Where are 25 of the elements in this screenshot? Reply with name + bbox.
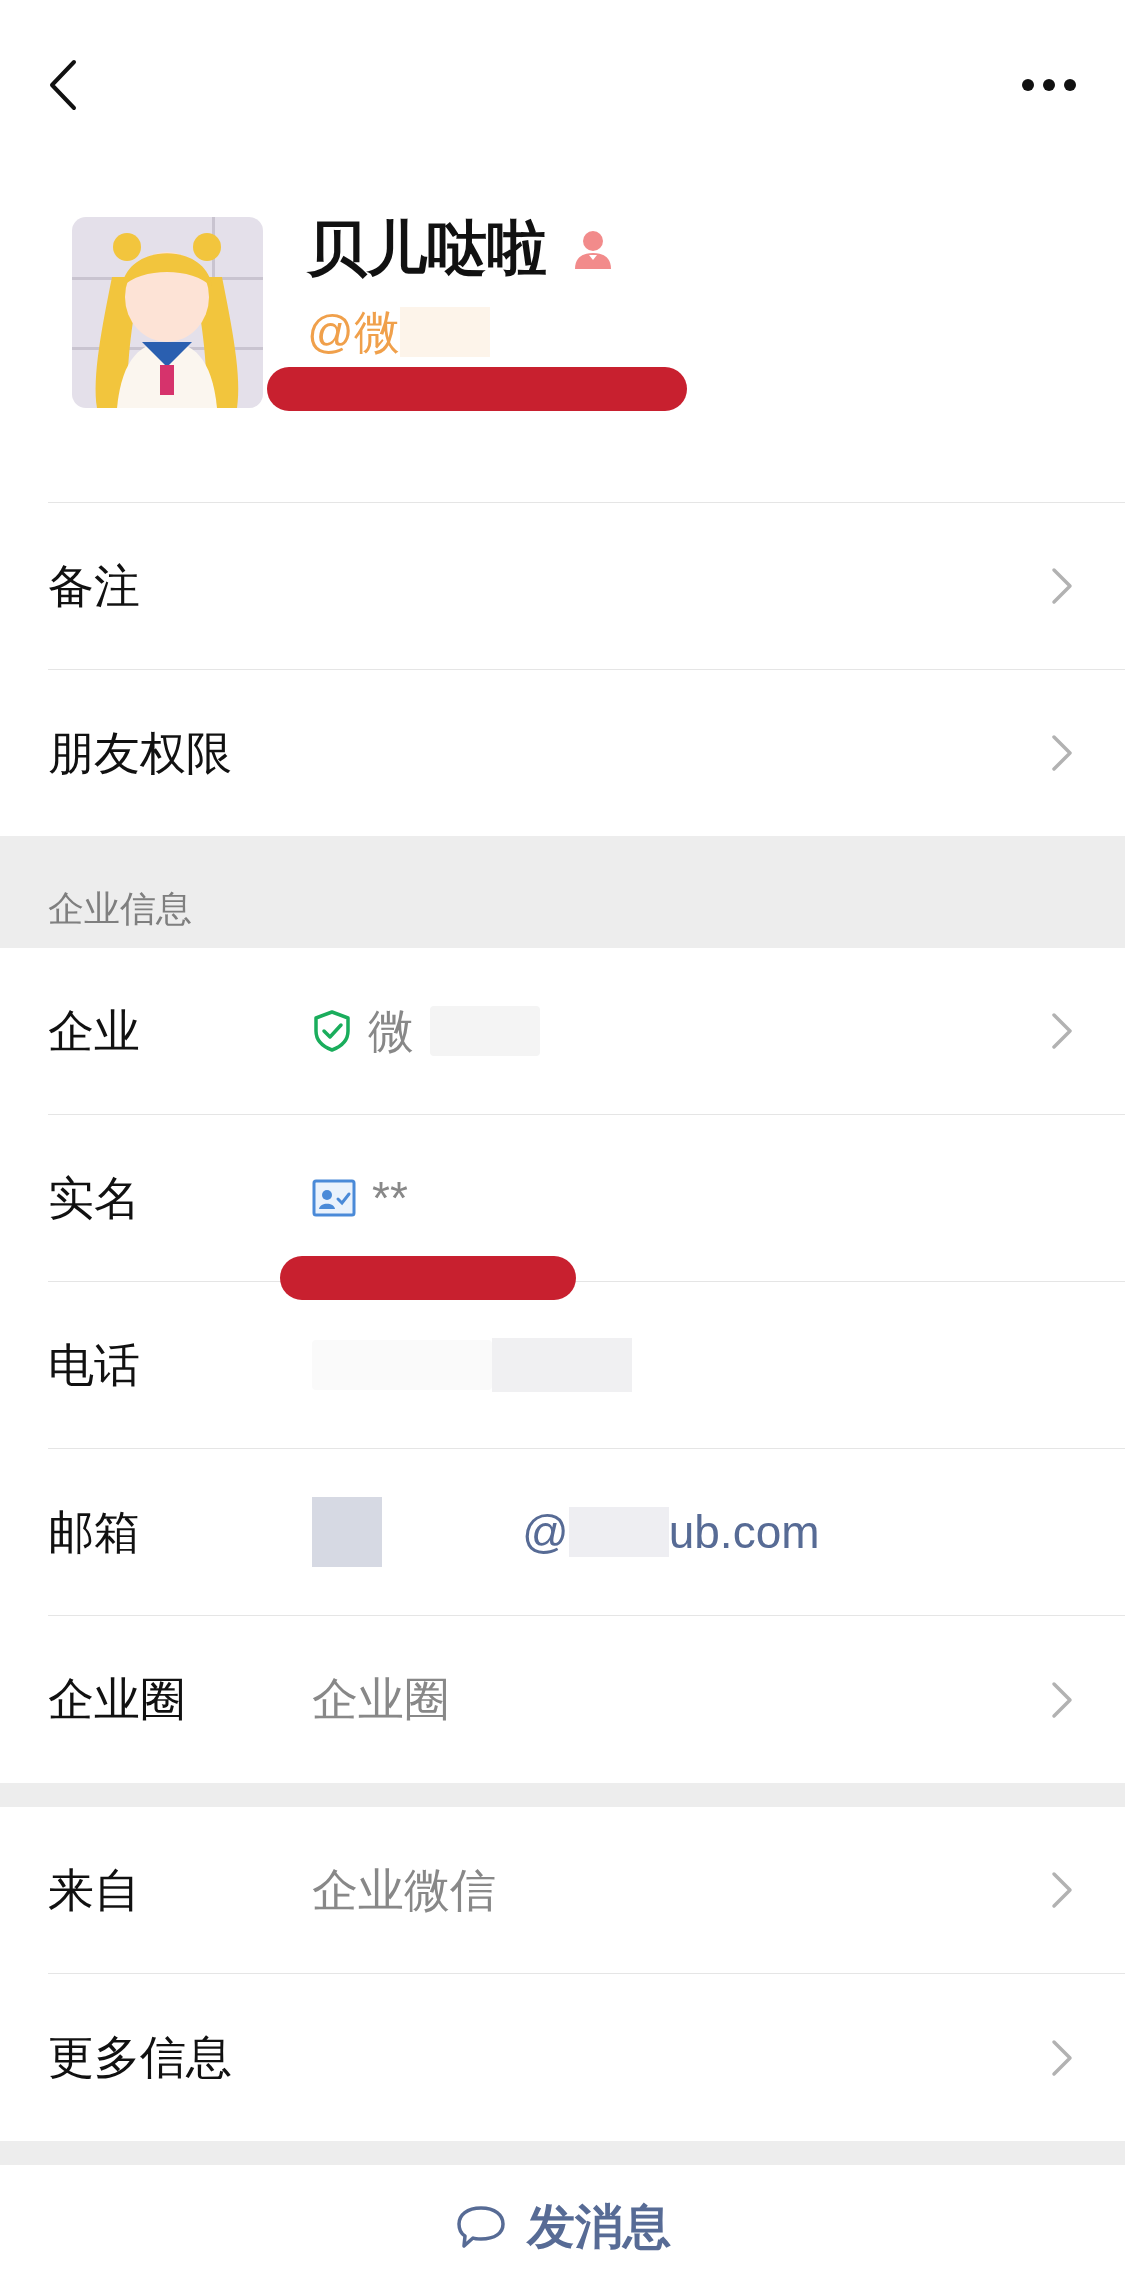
row-label: 备注 [48, 558, 141, 614]
row-label: 电话 [48, 1337, 141, 1393]
section-title: 企业信息 [48, 887, 192, 931]
verified-shield-icon [312, 1009, 352, 1053]
id-card-icon [312, 1179, 356, 1217]
send-message-button[interactable]: 发消息 [438, 2179, 687, 2275]
email-domain: ub.com [668, 1504, 820, 1560]
row-label: 更多信息 [48, 2030, 233, 2085]
row-label: 企业圈 [48, 1672, 187, 1727]
row-value: 企业圈 [312, 1672, 450, 1727]
row-value: 企业微信 [312, 1862, 496, 1918]
more-icon[interactable] [1021, 78, 1077, 92]
back-icon[interactable] [48, 59, 78, 111]
row-label: 邮箱 [48, 1504, 141, 1560]
blurred-area [312, 1497, 382, 1567]
email-at: @ [522, 1504, 569, 1560]
row-label: 实名 [48, 1170, 141, 1226]
row-label: 朋友权限 [48, 725, 233, 781]
contact-name: 贝儿哒啦 [307, 219, 547, 279]
row-label: 企业 [48, 1003, 141, 1059]
chat-bubble-icon [454, 2204, 507, 2250]
real-name: ** [372, 1170, 408, 1226]
row-label: 来自 [48, 1862, 141, 1918]
company-name: 微 [368, 1003, 414, 1059]
company-handle: @微 [307, 309, 400, 355]
